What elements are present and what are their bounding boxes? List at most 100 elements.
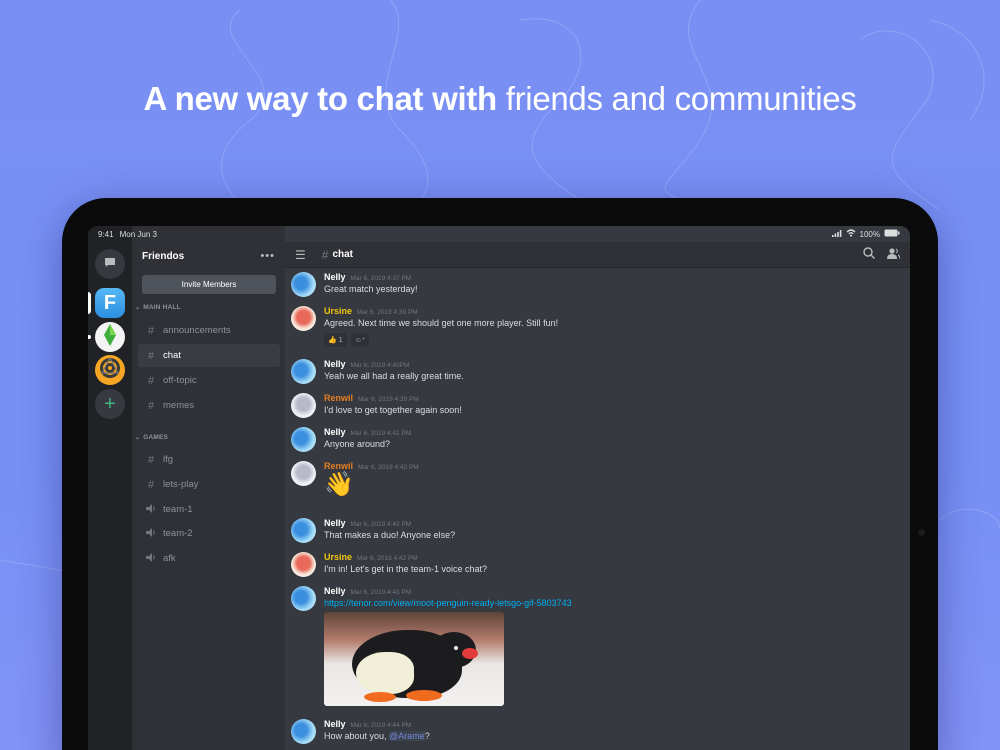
chat-header: ☰ # chat xyxy=(285,242,910,268)
marketing-headline: A new way to chat with friends and commu… xyxy=(0,80,1000,118)
avatar-nelly[interactable] xyxy=(291,719,316,744)
avatar-nelly[interactable] xyxy=(291,272,316,297)
signal-icon xyxy=(831,229,842,239)
add-reaction-icon: ☺⁺ xyxy=(354,337,366,344)
channel-label: lets-play xyxy=(163,479,199,490)
chevron-down-icon: ⌄ xyxy=(135,305,141,311)
message-timestamp: Mar 6, 2019 4:42 PM xyxy=(350,430,412,437)
hash-icon: # xyxy=(147,399,155,412)
battery-percent: 100% xyxy=(859,229,880,239)
message-timestamp: Mar 6, 2019 4:43 PM xyxy=(350,589,412,596)
channel-off-topic[interactable]: # off-topic xyxy=(138,369,280,392)
channel-label: chat xyxy=(163,350,181,361)
message-timestamp: Mar 6, 2019 4:42 PM xyxy=(350,521,412,528)
message-author[interactable]: Renwil xyxy=(324,393,353,403)
avatar-ursine[interactable] xyxy=(291,306,316,331)
speaker-icon xyxy=(144,503,158,516)
channel-memes[interactable]: # memes xyxy=(138,394,280,417)
avatar-renwil[interactable] xyxy=(291,461,316,486)
penguin-foot xyxy=(364,692,396,702)
server-friendos[interactable]: F xyxy=(95,288,125,318)
avatar-nelly[interactable] xyxy=(291,359,316,384)
message-text: How about you, xyxy=(324,731,390,741)
hash-icon: # xyxy=(147,324,155,337)
penguin-eye xyxy=(452,644,460,652)
voice-channel-team-1[interactable]: team-1 xyxy=(138,498,280,521)
message-text: Great match yesterday! xyxy=(324,284,418,294)
avatar-nelly[interactable] xyxy=(291,518,316,543)
message-author[interactable]: Nelly xyxy=(324,427,346,437)
message-timestamp: Mar 6, 2019 4:42 PM xyxy=(357,555,418,562)
channel-lets-play[interactable]: # lets-play xyxy=(138,473,280,496)
message-author[interactable]: Nelly xyxy=(324,359,346,369)
add-server-button[interactable]: + xyxy=(95,389,125,419)
category-main-hall[interactable]: ⌄ MAIN HALL xyxy=(135,304,181,311)
channel-label: memes xyxy=(163,400,195,411)
message-author[interactable]: Ursine xyxy=(324,306,352,316)
channel-lfg[interactable]: # lfg xyxy=(138,448,280,471)
channel-label: team-2 xyxy=(163,528,193,539)
message-text: Agreed. Next time we should get one more… xyxy=(324,318,559,328)
message-timestamp: Mar 6, 2019 4:44 PM xyxy=(350,722,412,729)
message-text: Anyone around? xyxy=(324,439,391,449)
members-icon[interactable] xyxy=(887,246,901,264)
message-text: I'd love to get together again soon! xyxy=(324,405,462,415)
channel-label: lfg xyxy=(163,454,174,465)
channel-label: off-topic xyxy=(163,375,197,386)
hash-icon: # xyxy=(321,247,329,262)
channel-label: announcements xyxy=(163,325,231,336)
wifi-icon xyxy=(846,229,856,239)
message-author[interactable]: Nelly xyxy=(324,719,346,729)
category-games[interactable]: ⌄ GAMES xyxy=(135,434,168,441)
reaction-thumbs-up[interactable]: 👍 1 xyxy=(324,333,347,347)
headline-light: friends and communities xyxy=(505,80,857,117)
category-label: GAMES xyxy=(143,434,169,441)
channel-title: chat xyxy=(332,249,354,260)
avatar-renwil[interactable] xyxy=(291,393,316,418)
avatar-nelly[interactable] xyxy=(291,427,316,452)
channel-chat[interactable]: # chat xyxy=(138,344,280,367)
avatar-ursine[interactable] xyxy=(291,552,316,577)
hamburger-menu-icon[interactable]: ☰ xyxy=(295,248,306,262)
channel-announcements[interactable]: # announcements xyxy=(138,319,280,342)
reaction-count: 1 xyxy=(338,336,343,344)
voice-channel-team-2[interactable]: team-2 xyxy=(138,522,280,545)
message-author[interactable]: Nelly xyxy=(324,586,346,596)
avatar-nelly[interactable] xyxy=(291,586,316,611)
penguin-foot xyxy=(406,690,442,701)
message-timestamp: Mar 6, 2019 4:37 PM xyxy=(350,275,412,282)
status-time: 9:41 xyxy=(98,229,114,239)
status-bar: 9:41 Mon Jun 3 100% xyxy=(88,226,910,242)
gif-link[interactable]: https://tenor.com/view/moot-penguin-read… xyxy=(324,598,572,608)
penguin-beak xyxy=(462,648,478,659)
server-sims[interactable] xyxy=(95,322,125,352)
selected-server-indicator xyxy=(88,292,91,314)
direct-messages-button[interactable] xyxy=(95,249,125,279)
search-icon[interactable] xyxy=(863,246,875,264)
message-timestamp: Mar 6, 2019 4:39 PM xyxy=(357,309,418,316)
category-label: MAIN HALL xyxy=(143,304,181,311)
thumbs-up-icon: 👍 xyxy=(328,337,337,344)
server-scp[interactable] xyxy=(95,355,125,385)
invite-members-button[interactable]: Invite Members xyxy=(142,275,276,294)
server-name: Friendos xyxy=(142,251,185,262)
message-text: Yeah we all had a really great time. xyxy=(324,371,464,381)
hash-icon: # xyxy=(147,349,155,362)
hash-icon: # xyxy=(147,478,155,491)
message-author[interactable]: Nelly xyxy=(324,272,346,282)
penguin-gif-embed[interactable] xyxy=(324,612,504,706)
server-friendos-letter: F xyxy=(103,291,117,314)
message-timestamp: Mar 6, 2019 4:39 PM xyxy=(358,396,419,403)
app-screen: 9:41 Mon Jun 3 100% F + Friendos ••• Inv… xyxy=(88,226,910,750)
user-mention[interactable]: @Arame xyxy=(389,731,425,741)
waving-hand-emoji: 👋 xyxy=(324,471,354,498)
speaker-icon xyxy=(144,527,158,540)
message-author[interactable]: Nelly xyxy=(324,518,346,528)
message-author[interactable]: Ursine xyxy=(324,552,352,562)
channel-label: team-1 xyxy=(163,504,193,515)
voice-channel-afk[interactable]: afk xyxy=(138,547,280,570)
ellipsis-icon[interactable]: ••• xyxy=(260,250,275,262)
message-text: That makes a duo! Anyone else? xyxy=(324,530,456,540)
message-author[interactable]: Renwil xyxy=(324,461,353,471)
add-reaction-button[interactable]: ☺⁺ xyxy=(350,333,370,347)
